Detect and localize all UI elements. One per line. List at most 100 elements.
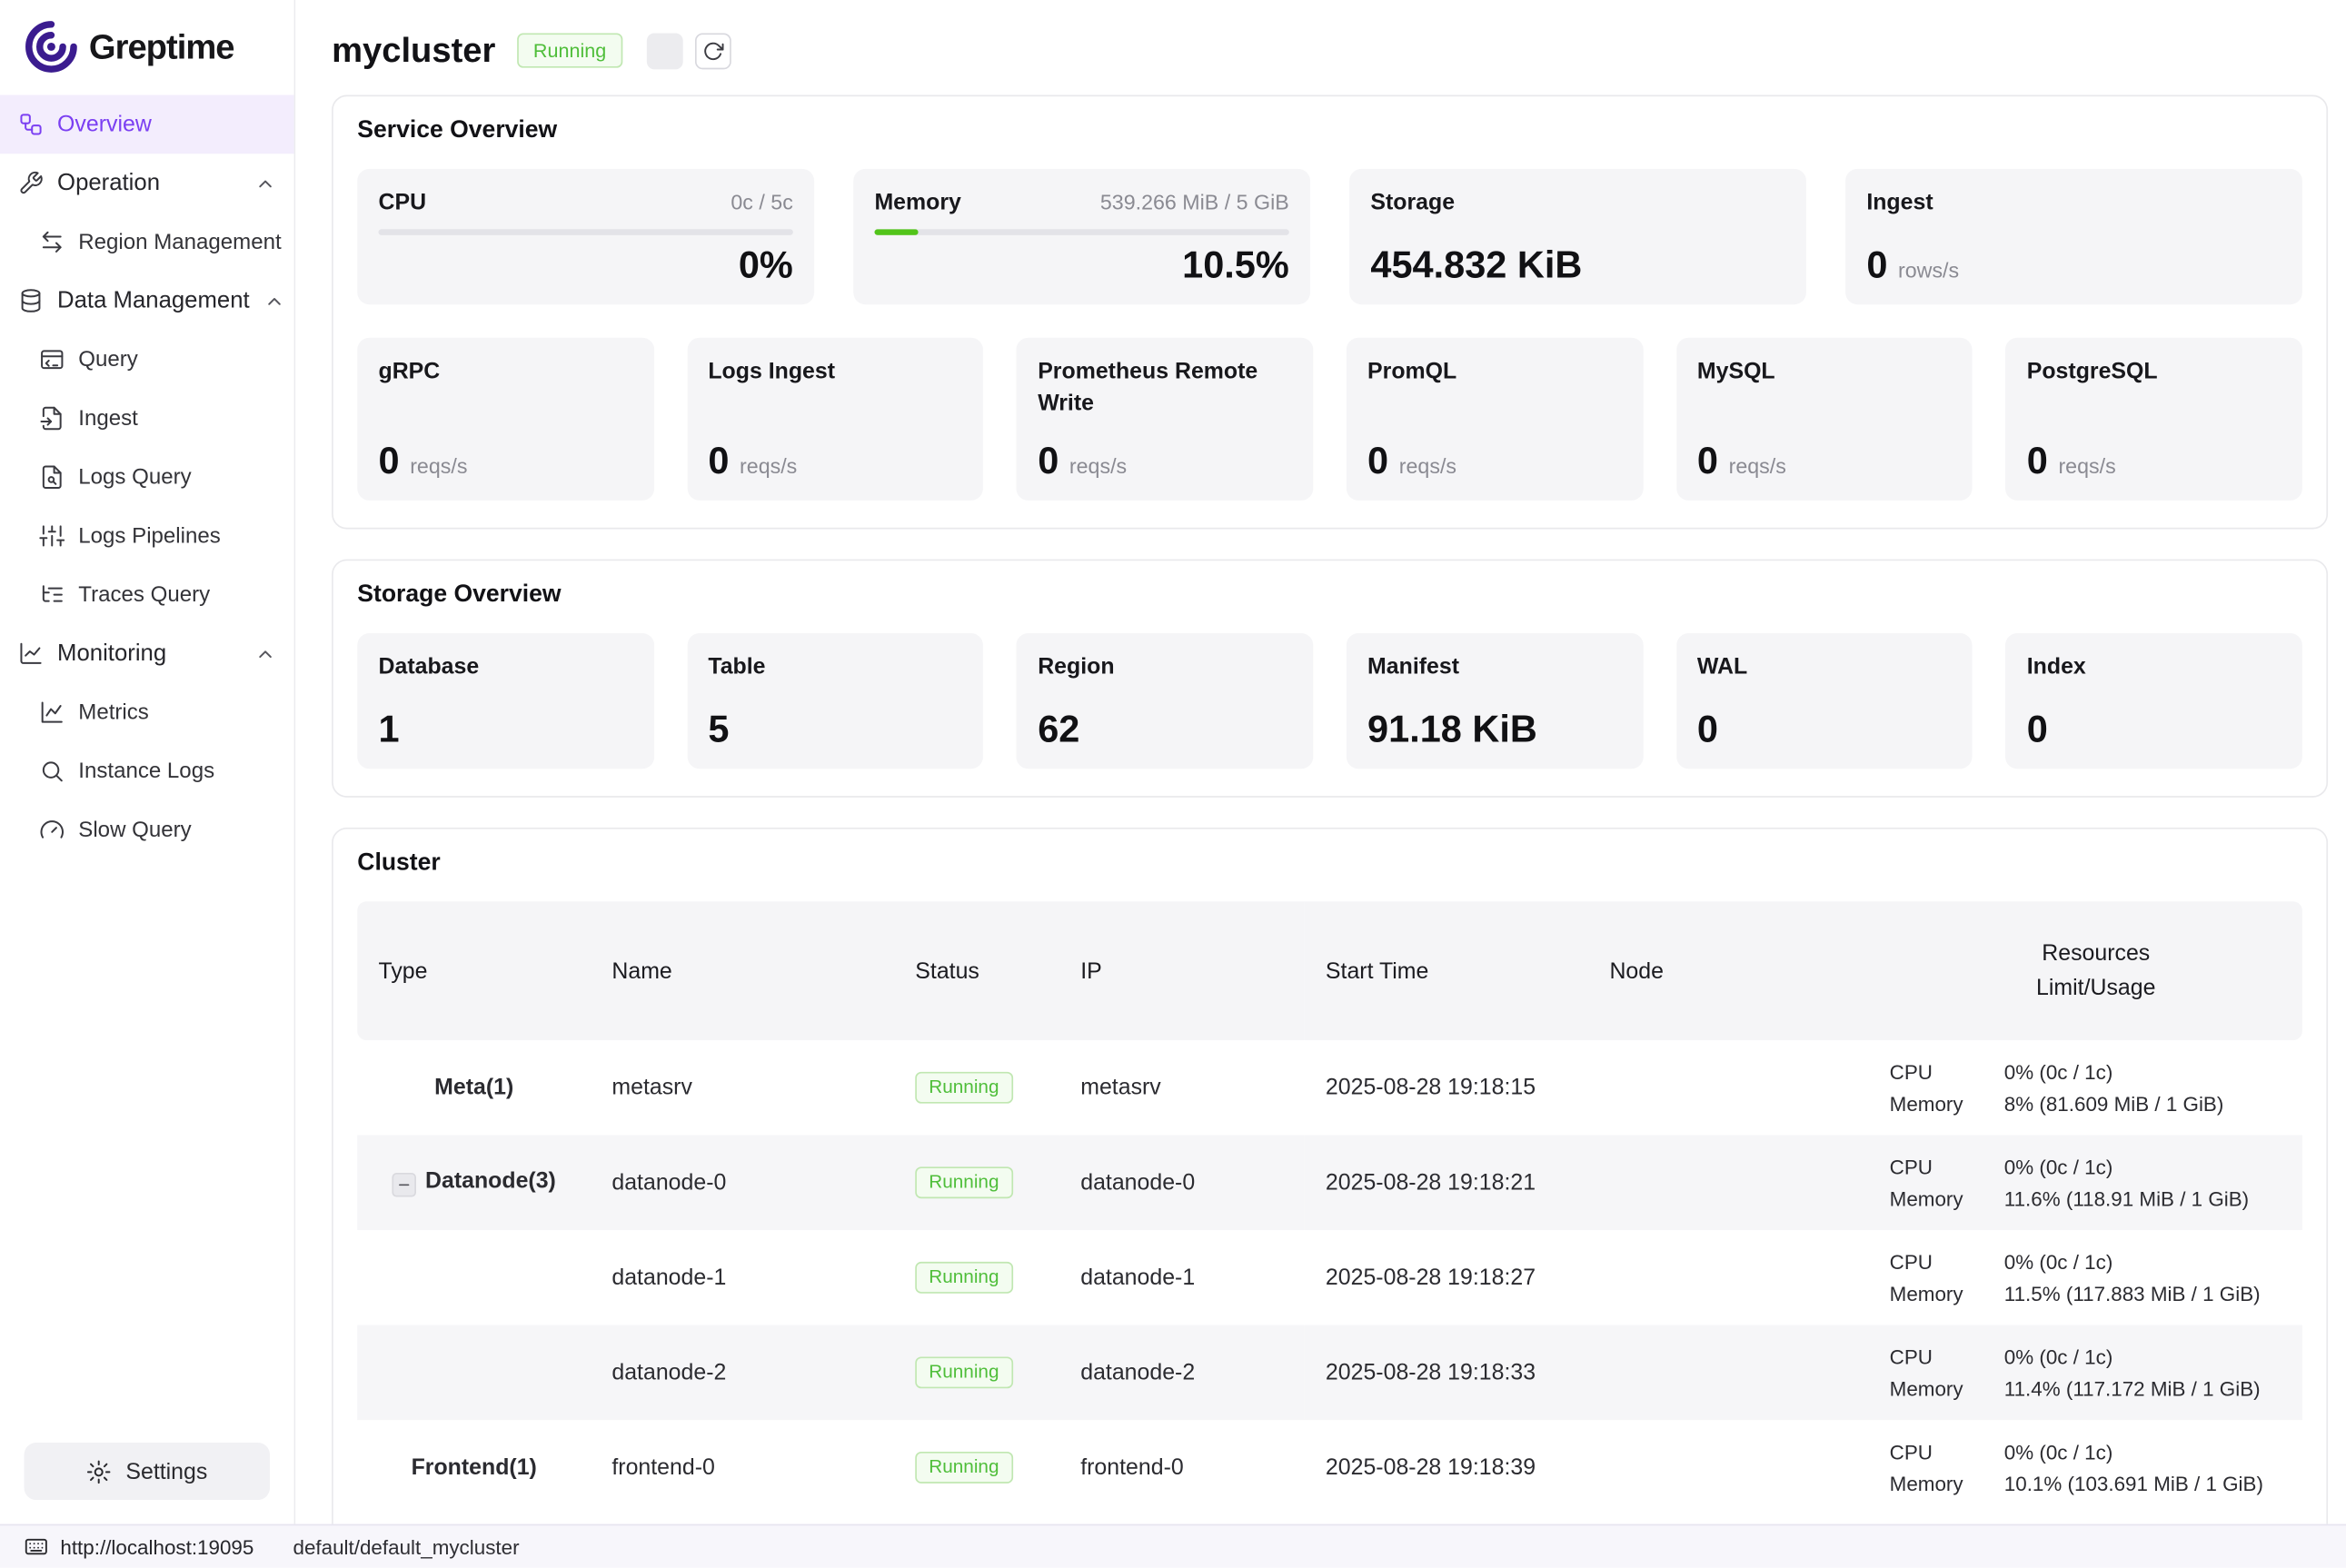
sidebar-label: Traces Query [78, 582, 210, 607]
tile-value: 62 [1038, 710, 1292, 751]
server-icon [25, 1534, 49, 1559]
section-title: Cluster [357, 850, 2302, 878]
statusbar-url: http://localhost:19095 [60, 1535, 253, 1558]
sidebar-item-logs-pipelines[interactable]: Logs Pipelines [0, 507, 294, 566]
settings-button[interactable]: Settings [25, 1443, 270, 1500]
cell-start-time: 2025-08-28 19:18:33 [1305, 1325, 1589, 1421]
sidebar-label: Metrics [78, 700, 149, 725]
memory-percent-value: 10.5% [874, 245, 1288, 287]
rate-unit: reqs/s [740, 454, 797, 478]
storage-tile-manifest: Manifest 91.18 KiB [1347, 633, 1643, 769]
memory-resource-value: 10.1% (103.691 MiB / 1 GiB) [2004, 1467, 2263, 1499]
storage-value: 454.832 KiB [1370, 245, 1784, 287]
sidebar-item-region-management[interactable]: Region Management [0, 213, 294, 272]
rate-value: 0 [1697, 441, 1718, 482]
storage-tile-region: Region 62 [1017, 633, 1313, 769]
sidebar: Greptime Overview Operation Regi [0, 0, 295, 1524]
col-header-limit-usage-label: Limit/Usage [1890, 971, 2302, 1006]
memory-resource-label: Memory [1890, 1183, 2004, 1215]
app-window: Greptime Overview Operation Regi [0, 0, 2346, 1568]
chart-line-icon [18, 640, 44, 666]
collapse-toggle-icon[interactable] [393, 1173, 417, 1197]
sidebar-label: Slow Query [78, 818, 191, 842]
metric-label: CPU [379, 187, 427, 219]
col-header-ip: IP [1059, 901, 1305, 1040]
sidebar-item-query[interactable]: Query [0, 330, 294, 389]
metrics-chart-icon [39, 700, 65, 725]
tile-value: 0 [1697, 710, 1952, 751]
gear-icon [86, 1458, 112, 1484]
storage-metric-tile: Storage 454.832 KiB [1349, 169, 1806, 304]
storage-overview-card: Storage Overview Database 1 Table 5 Regi… [332, 560, 2328, 798]
cluster-table: Type Name Status IP Start Time Node Reso… [357, 901, 2302, 1514]
rate-tile-prometheus-remote-write: Prometheus Remote Write 0reqs/s [1017, 338, 1313, 501]
status-badge: Running [915, 1072, 1012, 1104]
cluster-card: Cluster Type Name Status IP Start Time N… [332, 828, 2328, 1524]
sidebar-item-slow-query[interactable]: Slow Query [0, 800, 294, 859]
cpu-resource-label: CPU [1890, 1056, 2004, 1087]
storage-tile-wal: WAL 0 [1676, 633, 1973, 769]
cluster-status-badge: Running [517, 33, 623, 68]
status-badge: Running [915, 1262, 1012, 1294]
rate-unit: reqs/s [1729, 454, 1786, 478]
sidebar-item-logs-query[interactable]: Logs Query [0, 448, 294, 507]
database-icon [18, 288, 44, 313]
metric-label: Memory [874, 187, 960, 219]
rate-tile-mysql: MySQL 0 reqs/s [1676, 338, 1973, 501]
memory-resource-value: 8% (81.609 MiB / 1 GiB) [2004, 1087, 2224, 1119]
cell-ip: metasrv [1059, 1040, 1305, 1136]
chevron-up-icon [254, 643, 275, 664]
cell-name: frontend-0 [591, 1420, 894, 1515]
tile-label: Table [708, 651, 962, 683]
tile-label: Database [379, 651, 633, 683]
memory-resource-label: Memory [1890, 1277, 2004, 1309]
rate-label: MySQL [1697, 356, 1952, 388]
metric-detail: 0c / 5c [731, 190, 792, 214]
cell-type: Datanode(3) [357, 1136, 591, 1231]
memory-resource-value: 11.5% (117.883 MiB / 1 GiB) [2004, 1277, 2261, 1309]
refresh-button[interactable] [695, 33, 731, 69]
col-header-node: Node [1588, 901, 1868, 1040]
sidebar-label: Operation [57, 170, 160, 197]
sidebar-item-instance-logs[interactable]: Instance Logs [0, 741, 294, 800]
rate-label: gRPC [379, 356, 633, 388]
table-row-datanode-1: datanode-1 Running datanode-1 2025-08-28… [357, 1230, 2302, 1325]
sidebar-item-ingest[interactable]: Ingest [0, 389, 294, 448]
sidebar-label: Logs Pipelines [78, 524, 221, 549]
cell-node [1588, 1420, 1868, 1515]
sidebar-item-metrics[interactable]: Metrics [0, 683, 294, 742]
rate-value: 0 [2027, 441, 2048, 482]
rate-value: 0 [379, 441, 400, 482]
rate-unit: reqs/s [410, 454, 467, 478]
cell-ip: frontend-0 [1059, 1420, 1305, 1515]
secondary-action-button[interactable] [647, 33, 683, 69]
sidebar-label: Logs Query [78, 465, 191, 490]
cell-ip: datanode-0 [1059, 1136, 1305, 1231]
sidebar-item-overview[interactable]: Overview [0, 95, 294, 154]
rate-value: 0 [708, 441, 729, 482]
sidebar-item-monitoring[interactable]: Monitoring [0, 624, 294, 683]
sidebar-item-operation[interactable]: Operation [0, 154, 294, 213]
cpu-resource-label: CPU [1890, 1151, 2004, 1183]
cell-status: Running [894, 1230, 1059, 1325]
page-title: mycluster [332, 30, 495, 71]
rate-tile-promql: PromQL 0reqs/s [1347, 338, 1643, 501]
rate-unit: reqs/s [1399, 454, 1456, 478]
file-search-icon [39, 464, 65, 490]
chevron-up-icon [263, 290, 284, 311]
sidebar-label: Query [78, 347, 138, 372]
sidebar-item-data-management[interactable]: Data Management [0, 272, 294, 331]
cell-type [357, 1325, 591, 1421]
file-input-icon [39, 405, 65, 431]
memory-resource-label: Memory [1890, 1087, 2004, 1119]
cell-status: Running [894, 1420, 1059, 1515]
overview-icon [18, 112, 44, 137]
brand-logo[interactable]: Greptime [0, 0, 294, 92]
rate-value: 0 [1367, 441, 1388, 482]
service-overview-card: Service Overview CPU 0c / 5c 0% Memory 5… [332, 95, 2328, 530]
rate-unit: reqs/s [1069, 454, 1127, 478]
cpu-resource-label: CPU [1890, 1436, 2004, 1468]
cell-start-time: 2025-08-28 19:18:21 [1305, 1136, 1589, 1231]
sidebar-item-traces-query[interactable]: Traces Query [0, 565, 294, 624]
cell-type: Frontend(1) [357, 1420, 591, 1515]
